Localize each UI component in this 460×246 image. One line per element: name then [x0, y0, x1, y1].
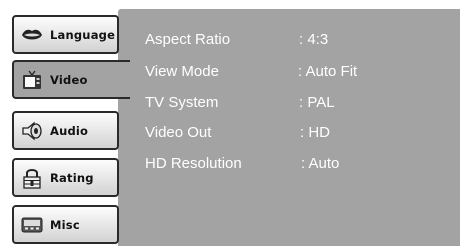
tab-rating-label: Rating — [50, 170, 94, 185]
tv-system-label: TV System — [145, 94, 219, 111]
hd-resolution-label: HD Resolution — [145, 155, 242, 172]
tab-video[interactable]: Video — [12, 60, 130, 99]
tab-audio[interactable]: Audio — [12, 111, 119, 150]
tab-misc[interactable]: Misc — [12, 205, 119, 244]
tab-video-label: Video — [50, 72, 88, 87]
tab-misc-label: Misc — [50, 217, 80, 232]
tv-icon — [20, 69, 44, 91]
video-setup-menu: Language Video Audio Rating Misc Aspect … — [0, 0, 460, 246]
aspect-ratio-label: Aspect Ratio — [145, 31, 231, 48]
tab-rating[interactable]: Rating — [12, 158, 119, 197]
lock-icon — [20, 167, 44, 189]
aspect-ratio-value[interactable]: : 4:3 — [299, 31, 328, 48]
tab-audio-label: Audio — [50, 123, 89, 138]
lips-icon — [20, 24, 44, 46]
hd-resolution-value[interactable]: : Auto — [301, 155, 339, 172]
tab-language[interactable]: Language — [12, 15, 119, 54]
view-mode-label: View Mode — [145, 63, 219, 80]
tab-language-label: Language — [50, 27, 116, 42]
view-mode-value[interactable]: : Auto Fit — [298, 63, 357, 80]
keyboard-icon — [20, 214, 44, 236]
speaker-icon — [20, 120, 44, 142]
tv-system-value[interactable]: : PAL — [299, 94, 335, 111]
video-out-value[interactable]: : HD — [300, 124, 330, 141]
video-out-label: Video Out — [145, 124, 212, 141]
